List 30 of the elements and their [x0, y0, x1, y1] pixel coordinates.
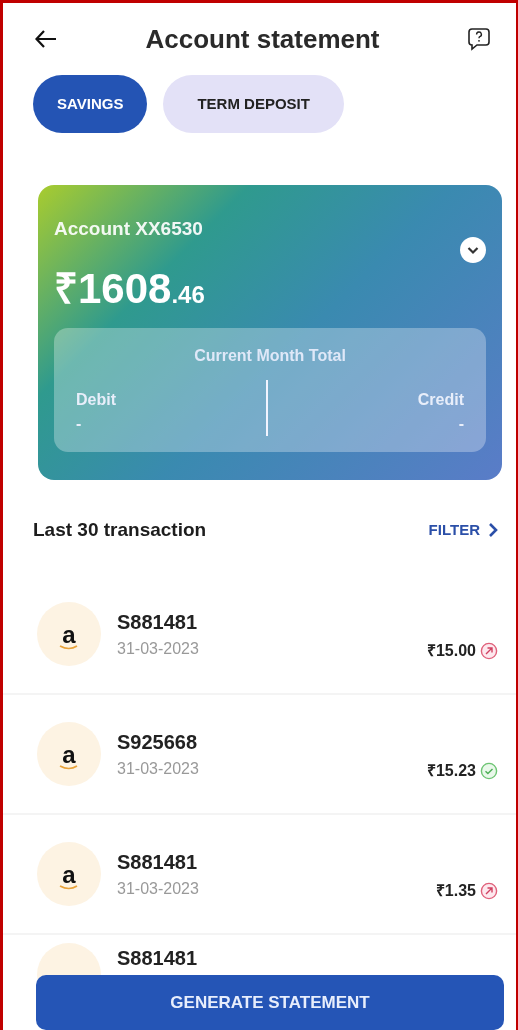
help-icon[interactable]: [468, 27, 490, 51]
transaction-date: 31-03-2023: [117, 878, 200, 899]
transaction-date: 31-03-2023: [117, 638, 200, 659]
merchant-avatar: a: [37, 601, 101, 666]
account-number: Account XX6530: [54, 217, 203, 241]
transaction-name: S881481: [117, 849, 199, 875]
chevron-right-icon: [488, 522, 498, 539]
merchant-avatar: a: [37, 721, 101, 786]
back-icon[interactable]: [35, 30, 57, 48]
balance: ₹1608.46: [54, 264, 206, 314]
transaction-date: 31-03-2023: [117, 758, 200, 779]
transaction-name: S925668: [117, 729, 199, 755]
summary-title: Current Month Total: [193, 346, 347, 366]
debit-label: Debit: [76, 390, 116, 410]
page-title: Account statement: [145, 22, 380, 56]
transaction-amount: ₹15.23: [426, 760, 476, 781]
generate-statement-button[interactable]: GENERATE STATEMENT: [36, 975, 504, 1030]
tab[interactable]: TERM DEPOSIT: [163, 75, 344, 133]
credit-label: Credit: [417, 390, 464, 410]
filter-link[interactable]: FILTER: [428, 519, 498, 542]
dropdown-icon[interactable]: [460, 237, 486, 263]
merchant-avatar: a: [37, 841, 101, 906]
transaction-name: S881481: [117, 945, 199, 971]
transaction-amount: ₹15.00: [426, 640, 476, 661]
debit-value: -: [76, 414, 83, 434]
transaction-amount: ₹1.35: [435, 880, 476, 901]
credit-value: -: [458, 414, 464, 434]
section-title: Last 30 transaction: [33, 518, 207, 542]
tab[interactable]: SAVINGS: [33, 75, 148, 133]
transaction-name: S881481: [117, 609, 199, 635]
